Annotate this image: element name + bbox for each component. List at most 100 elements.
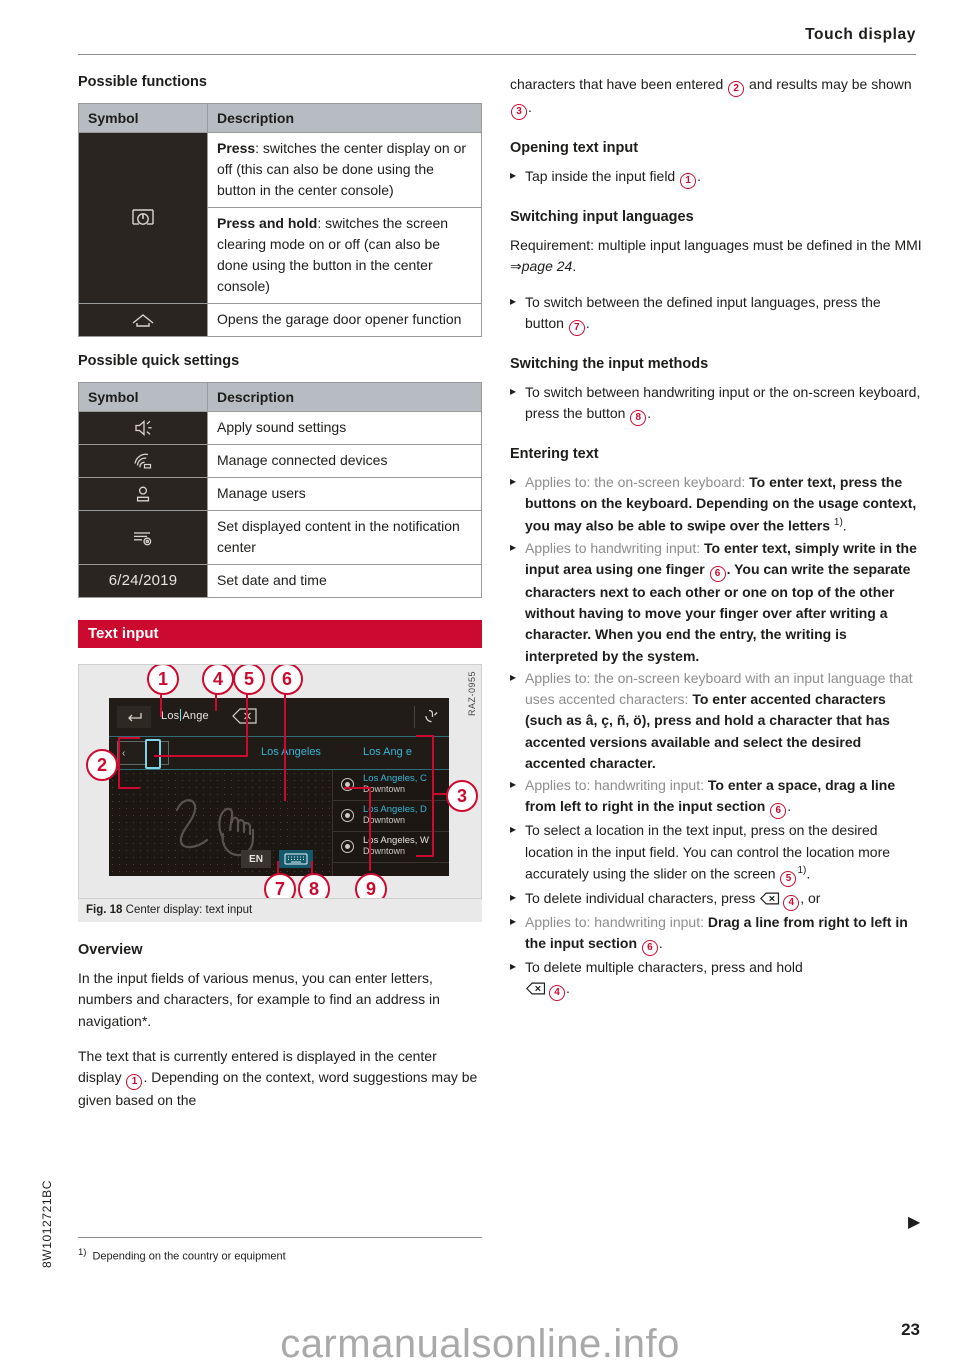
page-header: Touch display [78, 26, 916, 58]
leader-line [416, 735, 434, 737]
condition-text: Applies to: the on-screen keyboard: [525, 474, 750, 491]
figure-image: RAZ-0955 Los Ange ‹ Los Angeles Los Ang … [78, 664, 482, 899]
table-row: 6/24/2019 Set date and time [78, 564, 482, 598]
description-bold: Press and hold [217, 215, 318, 231]
leader-line [432, 735, 434, 857]
description-rest: Opens the garage door opener function [217, 311, 462, 327]
overview-heading: Overview [78, 942, 143, 958]
callout-9: 9 [355, 873, 387, 898]
requirement-paragraph: Requirement: multiple input languages mu… [510, 235, 922, 278]
table-row: Press: switches the center display on or… [78, 132, 482, 304]
list-item: Applies to: handwriting input: To enter … [510, 775, 922, 820]
condition-text: Applies to: handwriting input: [525, 777, 708, 794]
continuation-arrow-icon: ▶ [908, 1214, 921, 1231]
cont-b: and results may be shown [745, 76, 912, 92]
bullet-body: To delete multiple characters, press and… [525, 959, 803, 976]
footnote-marker: 1) [78, 1247, 87, 1258]
handwriting-input-area[interactable]: EN [109, 770, 331, 876]
quick-settings-table: Symbol Description Apply sound settings [78, 382, 482, 598]
possible-quick-settings-heading: Possible quick settings [78, 353, 240, 369]
list-item: Applies to handwriting input: To enter t… [510, 538, 922, 667]
suggestion-item-1[interactable]: Los Angeles [261, 746, 321, 758]
reference-marker: 1 [680, 173, 697, 189]
cross-reference-page[interactable]: page 24 [522, 258, 573, 274]
continued-paragraph: characters that have been entered 2 and … [510, 74, 922, 120]
voice-input-icon[interactable] [423, 708, 439, 729]
back-arrow-icon[interactable] [117, 706, 151, 728]
footnote-text: Depending on the country or equipment [92, 1250, 286, 1263]
switching-input-methods-heading: Switching the input methods [510, 355, 709, 372]
entering-text-list: Applies to: the on-screen keyboard: To e… [510, 472, 922, 1002]
description-cell: Apply sound settings [207, 411, 482, 445]
cont-a: characters that have been entered [510, 76, 728, 92]
bullet-tail: . [787, 798, 792, 815]
list-item: To switch between the defined input lang… [510, 292, 922, 336]
bullet-tail: . [842, 517, 847, 534]
description-cell: Press: switches the center display on or… [207, 132, 482, 208]
reference-marker: 4 [783, 894, 800, 911]
delete-backspace-icon [525, 980, 546, 1001]
text-cursor-slider[interactable] [145, 739, 161, 769]
text-input-field[interactable]: Los Ange [161, 709, 209, 722]
figure-caption-text: Center display: text input [125, 904, 253, 916]
left-column: Possible functions Symbol Description Pr… [78, 74, 482, 1125]
suggestion-bar: ‹ Los Angeles Los Ang e [109, 737, 449, 770]
wifi-device-icon [78, 444, 208, 478]
leader-line [344, 787, 371, 789]
topbar-divider [414, 706, 415, 728]
leader-line [246, 689, 248, 757]
header-rule [78, 54, 916, 55]
bullet-a: To switch between handwriting input or t… [525, 383, 921, 422]
table-row: Opens the garage door opener function [78, 303, 482, 337]
opening-text-input-list: Tap inside the input field 1. [510, 166, 922, 189]
callout-1: 1 [147, 665, 179, 695]
description-rest: : switches the center display on or off … [217, 140, 467, 198]
description-cell: Set displayed content in the notificatio… [207, 510, 482, 565]
table-row: Apply sound settings [78, 411, 482, 445]
list-item: Tap inside the input field 1. [510, 166, 922, 189]
leader-line [154, 755, 248, 757]
reference-marker: 3 [511, 104, 527, 120]
table-header-row: Symbol Description [78, 382, 482, 412]
list-item: Applies to: the on-screen keyboard: To e… [510, 472, 922, 536]
col-description-header: Description [207, 103, 482, 133]
figure-caption-label: Fig. 18 [86, 904, 123, 916]
description-bold: Press [217, 140, 256, 156]
leader-line [284, 689, 286, 801]
bullet-tail: . [566, 980, 570, 997]
reference-marker: 6 [641, 940, 658, 957]
overview-paragraph-1: In the input fields of various menus, yo… [78, 970, 440, 1029]
callout-3: 3 [446, 780, 478, 812]
right-column: characters that have been entered 2 and … [510, 74, 922, 1003]
input-language-button[interactable]: EN [241, 850, 271, 868]
callout-6: 6 [271, 665, 303, 695]
bullet-b: . [585, 314, 590, 331]
result-line-2: Downtown [363, 846, 406, 857]
col-symbol-header: Symbol [78, 103, 208, 133]
slider-prev-button[interactable]: ‹ [117, 741, 169, 765]
figure-18: RAZ-0955 Los Ange ‹ Los Angeles Los Ang … [78, 664, 482, 922]
result-line-1: Los Angeles, W [363, 835, 430, 846]
bullet-b: . [647, 405, 652, 422]
garage-door-icon [78, 303, 208, 337]
description-cell: Set date and time [207, 564, 482, 598]
leader-line [416, 855, 434, 857]
bullet-body: To delete individual characters, press [525, 889, 760, 906]
keyboard-icon[interactable] [279, 850, 313, 868]
suggestion-item-2[interactable]: Los Ang e [363, 746, 412, 758]
table-row: Set displayed content in the notificatio… [78, 510, 482, 565]
list-item: Applies to: the on-screen keyboard with … [510, 668, 922, 774]
col-symbol-header: Symbol [78, 382, 208, 412]
footnote-marker: 1) [833, 516, 843, 528]
radio-icon [341, 809, 354, 822]
requirement-a: Requirement: multiple input languages mu… [510, 237, 922, 253]
date-display: 6/24/2019 [78, 564, 208, 598]
bullet-body: To select a location in the text input, … [525, 822, 891, 882]
possible-functions-table: Symbol Description Press: switches the c… [78, 103, 482, 337]
document-spine-code: 8W1012721BC [40, 1180, 54, 1268]
switching-languages-list: To switch between the defined input lang… [510, 292, 922, 336]
bullet-tail: . [806, 865, 811, 882]
table-row: Manage connected devices [78, 444, 482, 478]
footnote-rule [78, 1237, 482, 1238]
delete-backspace-icon[interactable] [232, 708, 258, 724]
